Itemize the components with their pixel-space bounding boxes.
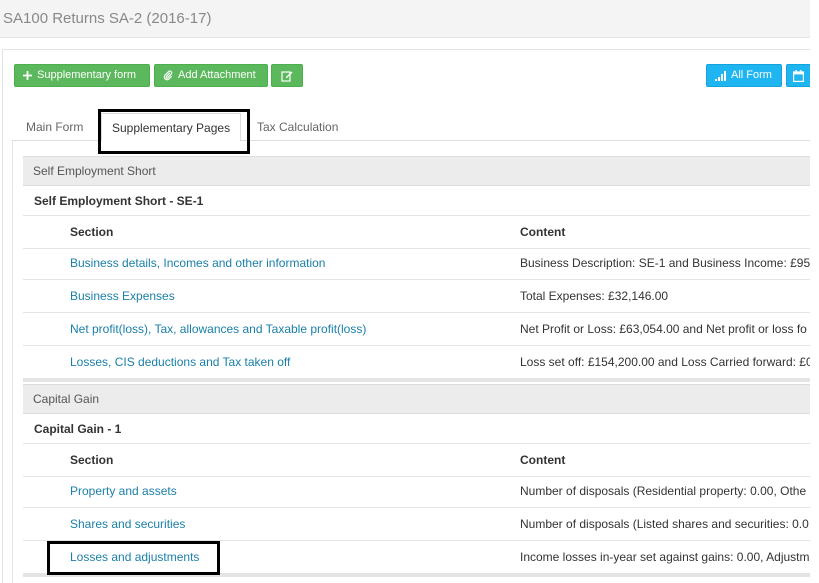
- content-cell: Net Profit or Loss: £63,054.00 and Net p…: [520, 322, 807, 336]
- table-row: Property and assets Number of disposals …: [23, 475, 810, 508]
- tab-main-form[interactable]: Main Form: [26, 113, 83, 141]
- supplementary-content: Self Employment Short Self Employment Sh…: [12, 141, 810, 583]
- content-cell: Loss set off: £154,200.00 and Loss Carri…: [520, 355, 810, 369]
- group-header-capital-gain: Capital Gain: [23, 384, 810, 414]
- edit-button[interactable]: [271, 64, 303, 87]
- section-link[interactable]: Business details, Incomes and other info…: [70, 247, 325, 279]
- column-header-content: Content: [520, 225, 566, 239]
- table-header-row: Section Content: [23, 444, 810, 477]
- top-bar: SA100 Returns SA-2 (2016-17): [0, 0, 810, 38]
- table-header-row: Section Content: [23, 216, 810, 249]
- tab-bar: Main Form Supplementary Pages Tax Calcul…: [12, 113, 810, 142]
- content-cell: Total Expenses: £32,146.00: [520, 289, 669, 303]
- subheader-capital-gain: Capital Gain - 1: [23, 414, 810, 444]
- table-row: Shares and securities Number of disposal…: [23, 508, 810, 541]
- table-row: Losses, CIS deductions and Tax taken off…: [23, 346, 810, 379]
- table-row: Net profit(loss), Tax, allowances and Ta…: [23, 313, 810, 346]
- add-attachment-label: Add Attachment: [178, 69, 256, 81]
- column-header-section: Section: [70, 225, 114, 239]
- calendar-icon: [793, 69, 804, 82]
- section-link[interactable]: Property and assets: [70, 475, 177, 507]
- plus-icon: [23, 71, 32, 80]
- table-row: Business Expenses Total Expenses: £32,14…: [23, 280, 810, 313]
- group-divider: [23, 379, 810, 382]
- content-cell: Number of disposals (Residential propert…: [520, 484, 807, 498]
- page-title: SA100 Returns SA-2 (2016-17): [3, 10, 212, 27]
- paperclip-icon: [163, 70, 173, 81]
- content-cell: Income losses in-year set against gains:…: [520, 550, 810, 564]
- edit-icon: [281, 70, 293, 82]
- section-link[interactable]: Net profit(loss), Tax, allowances and Ta…: [70, 313, 366, 345]
- content-cell: Business Description: SE-1 and Business …: [520, 256, 810, 270]
- group-header-self-employment: Self Employment Short: [23, 156, 810, 186]
- tab-supplementary-pages[interactable]: Supplementary Pages: [101, 113, 242, 142]
- bar-chart-icon: [715, 70, 726, 81]
- all-form-button[interactable]: All Form: [706, 64, 782, 87]
- column-header-section: Section: [70, 453, 114, 467]
- all-form-label: All Form: [731, 69, 772, 81]
- table-row: Business details, Incomes and other info…: [23, 247, 810, 280]
- section-link[interactable]: Business Expenses: [70, 280, 175, 312]
- content-cell: Number of disposals (Listed shares and s…: [520, 517, 809, 531]
- section-link[interactable]: Shares and securities: [70, 508, 185, 540]
- section-link[interactable]: Losses, CIS deductions and Tax taken off: [70, 346, 290, 378]
- subheader-self-employment: Self Employment Short - SE-1: [23, 186, 810, 216]
- table-row: Losses and adjustments Income losses in-…: [23, 541, 810, 574]
- group-divider: [23, 574, 810, 577]
- supplementary-form-label: Supplementary form: [37, 69, 137, 81]
- section-link[interactable]: Losses and adjustments: [70, 541, 199, 573]
- calendar-button[interactable]: [786, 64, 810, 87]
- add-attachment-button[interactable]: Add Attachment: [154, 64, 268, 87]
- tab-tax-calculation[interactable]: Tax Calculation: [257, 113, 338, 141]
- column-header-content: Content: [520, 453, 566, 467]
- supplementary-form-button[interactable]: Supplementary form: [14, 64, 150, 87]
